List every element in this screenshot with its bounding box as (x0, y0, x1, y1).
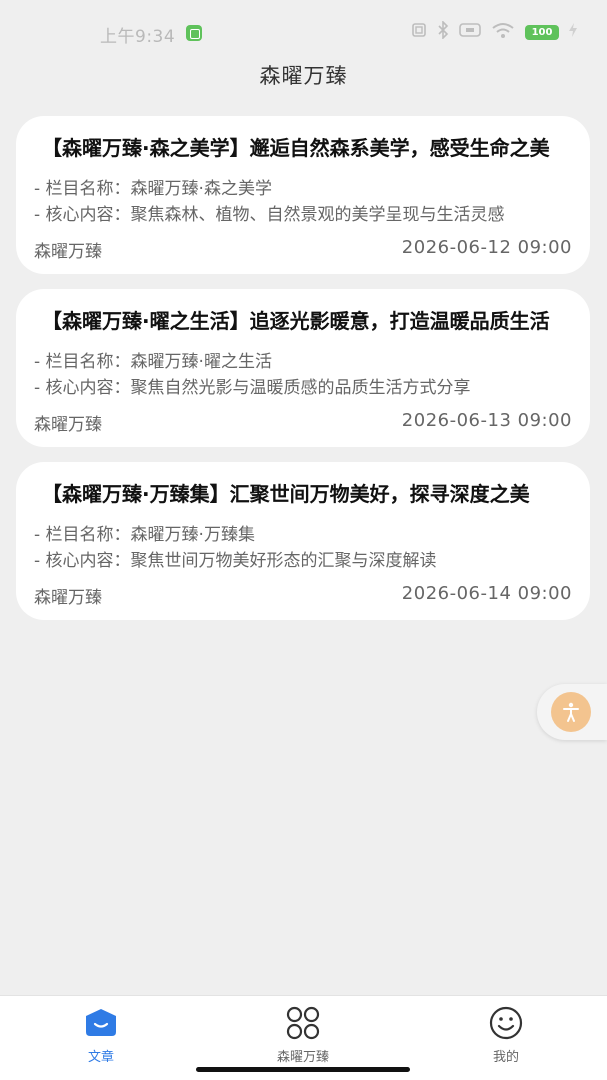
article-column-line: - 栏目名称：森曜万臻·森之美学 (34, 179, 272, 199)
status-icons: 100 (411, 19, 577, 44)
page-title: 森曜万臻 (259, 64, 348, 88)
home-indicator[interactable] (196, 1067, 410, 1072)
article-content-line: - 核心内容：聚焦自然光影与温暖质感的品质生活方式分享 (34, 378, 471, 398)
nfc-icon (411, 22, 427, 43)
article-list: 【森曜万臻·森之美学】邂逅自然森系美学，感受生命之美 - 栏目名称：森曜万臻·森… (16, 116, 590, 635)
article-column-line: - 栏目名称：森曜万臻·曜之生活 (34, 352, 272, 372)
nav-tab-senyao[interactable]: 森曜万臻 (243, 1006, 363, 1065)
article-source: 森曜万臻 (34, 588, 102, 608)
app-notification-icon (186, 25, 202, 41)
article-card[interactable]: 【森曜万臻·万臻集】汇聚世间万物美好，探寻深度之美 - 栏目名称：森曜万臻·万臻… (16, 462, 590, 620)
nav-label-senyao: 森曜万臻 (276, 1050, 329, 1065)
article-date: 2026-06-14 09:00 (401, 583, 572, 604)
article-card[interactable]: 【森曜万臻·曜之生活】追逐光影暖意，打造温暖品质生活 - 栏目名称：森曜万臻·曜… (16, 289, 590, 447)
article-date: 2026-06-13 09:00 (401, 410, 572, 431)
battery-icon: 100 (525, 24, 559, 40)
article-card[interactable]: 【森曜万臻·森之美学】邂逅自然森系美学，感受生命之美 - 栏目名称：森曜万臻·森… (16, 116, 590, 274)
bluetooth-icon (437, 19, 449, 44)
article-content-line: - 核心内容：聚焦世间万物美好形态的汇聚与深度解读 (34, 551, 437, 571)
grid-icon (286, 1006, 320, 1040)
article-title: 【森曜万臻·曜之生活】追逐光影暖意，打造温暖品质生活 (42, 309, 550, 333)
article-content-line: - 核心内容：聚焦森林、植物、自然景观的美学呈现与生活灵感 (34, 205, 505, 225)
wifi-icon (491, 21, 515, 44)
accessibility-button[interactable] (551, 692, 591, 732)
nav-label-me: 我的 (492, 1050, 519, 1065)
sim-icon (459, 22, 481, 43)
article-date: 2026-06-12 09:00 (401, 237, 572, 258)
status-time: 上午9:34 (100, 27, 176, 47)
status-bar: 上午9:34 100 (0, 0, 607, 62)
article-title: 【森曜万臻·万臻集】汇聚世间万物美好，探寻深度之美 (42, 482, 530, 506)
charging-icon (569, 22, 577, 42)
nav-tab-articles[interactable]: 文章 (41, 1006, 161, 1065)
accessibility-float-tab[interactable] (537, 684, 607, 740)
article-source: 森曜万臻 (34, 242, 102, 262)
article-column-line: - 栏目名称：森曜万臻·万臻集 (34, 525, 255, 545)
article-title: 【森曜万臻·森之美学】邂逅自然森系美学，感受生命之美 (42, 136, 550, 160)
nav-label-articles: 文章 (87, 1050, 114, 1065)
smiley-icon (489, 1006, 523, 1040)
article-source: 森曜万臻 (34, 415, 102, 435)
accessibility-icon (563, 702, 579, 722)
article-icon (86, 1009, 116, 1036)
nav-tab-me[interactable]: 我的 (446, 1006, 566, 1065)
